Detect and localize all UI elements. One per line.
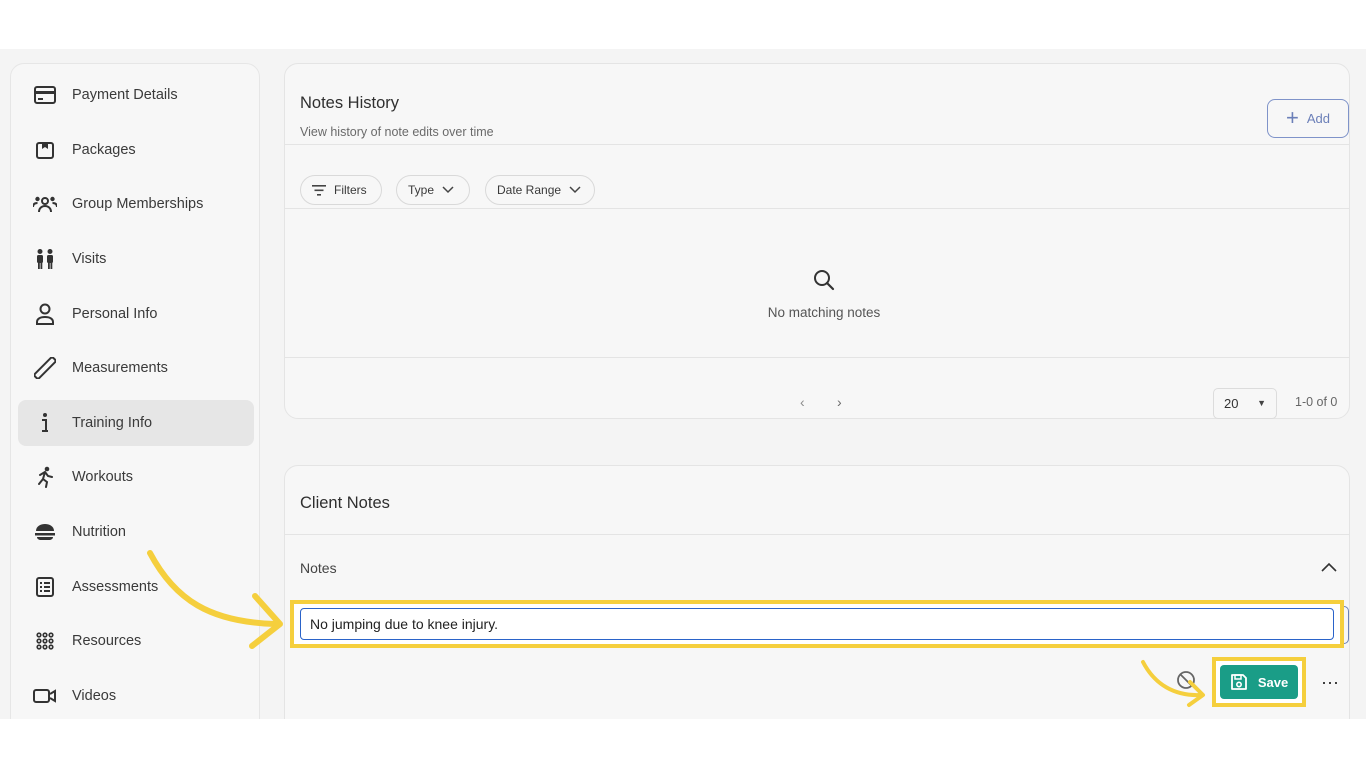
client-notes-title: Client Notes xyxy=(300,494,390,512)
sidebar-item-label: Workouts xyxy=(72,469,133,485)
rows-per-page-value: 20 xyxy=(1224,396,1239,411)
chevron-up-icon[interactable] xyxy=(1321,559,1337,577)
credit-card-icon xyxy=(33,83,57,107)
note-input-highlight xyxy=(290,600,1344,648)
save-label: Save xyxy=(1257,674,1289,690)
sidebar-item-training-info[interactable]: Training Info xyxy=(18,400,254,446)
empty-state-text: No matching notes xyxy=(767,305,881,320)
sidebar-item-packages[interactable]: Packages xyxy=(18,127,254,173)
type-filter-label: Type xyxy=(408,183,435,197)
sidebar-item-nutrition[interactable]: Nutrition xyxy=(18,509,254,555)
rows-per-page-select[interactable]: 20 ▼ xyxy=(1213,388,1277,419)
notes-history-title: Notes History xyxy=(300,94,400,112)
sidebar-item-label: Videos xyxy=(72,688,117,704)
add-button-label: Add xyxy=(1306,111,1330,126)
save-button-highlight: Save xyxy=(1212,657,1306,707)
assessment-icon xyxy=(33,575,57,599)
sidebar-item-assessments[interactable]: Assessments xyxy=(18,564,254,610)
notes-history-subtitle: View history of note edits over time xyxy=(300,125,494,139)
sidebar-item-label: Personal Info xyxy=(72,306,158,322)
visits-icon xyxy=(33,247,57,271)
sidebar-item-label: Payment Details xyxy=(72,87,178,103)
cancel-icon[interactable] xyxy=(1175,669,1197,696)
pagination-range: 1-0 of 0 xyxy=(1295,395,1338,409)
type-filter-dropdown[interactable]: Type xyxy=(396,175,470,205)
filters-button[interactable]: Filters xyxy=(300,175,382,205)
divider xyxy=(285,534,1349,535)
client-note-input[interactable] xyxy=(300,608,1334,640)
save-button[interactable]: Save xyxy=(1220,665,1298,699)
sidebar-item-label: Training Info xyxy=(72,415,153,431)
input-edge xyxy=(1344,606,1349,644)
ruler-icon xyxy=(33,356,57,380)
sidebar-item-label: Resources xyxy=(72,633,142,649)
search-icon xyxy=(813,269,835,296)
divider xyxy=(285,208,1349,209)
floppy-disk-icon xyxy=(1230,673,1248,691)
sidebar-item-payment-details[interactable]: Payment Details xyxy=(18,72,254,118)
sidebar-item-visits[interactable]: Visits xyxy=(18,236,254,282)
running-icon xyxy=(33,465,57,489)
date-range-filter-label: Date Range xyxy=(497,183,562,197)
package-icon xyxy=(33,138,57,162)
sidebar-item-resources[interactable]: Resources xyxy=(18,618,254,664)
sidebar-item-label: Nutrition xyxy=(72,524,126,540)
chevron-down-icon xyxy=(442,186,454,194)
notes-history-card: Notes History View history of note edits… xyxy=(284,63,1350,419)
sidebar-item-label: Assessments xyxy=(72,579,159,595)
divider xyxy=(285,144,1349,145)
grid-icon xyxy=(33,629,57,653)
filters-label: Filters xyxy=(334,183,367,197)
client-notes-card: Client Notes Notes ⋯ xyxy=(284,465,1350,719)
more-options-icon[interactable]: ⋯ xyxy=(1321,673,1340,694)
notes-label: Notes xyxy=(300,560,337,576)
sidebar-item-videos[interactable]: Videos xyxy=(18,673,254,719)
add-note-button[interactable]: + Add xyxy=(1267,99,1349,138)
sidebar-item-label: Measurements xyxy=(72,360,168,376)
sidebar-item-group-memberships[interactable]: Group Memberships xyxy=(18,181,254,227)
sidebar-item-personal-info[interactable]: Personal Info xyxy=(18,291,254,337)
plus-icon: + xyxy=(1286,104,1299,130)
sidebar-item-label: Group Memberships xyxy=(72,196,204,212)
nutrition-icon xyxy=(33,520,57,544)
filter-icon xyxy=(312,184,326,196)
sidebar-nav: Payment Details Packages Group Membershi… xyxy=(10,63,260,719)
person-icon xyxy=(33,302,57,326)
group-icon xyxy=(33,192,57,216)
chevron-left-icon[interactable]: ‹ xyxy=(800,394,805,410)
sidebar-item-label: Packages xyxy=(72,142,136,158)
info-icon xyxy=(33,411,57,435)
sidebar-item-label: Visits xyxy=(72,251,107,267)
video-icon xyxy=(33,684,57,708)
sidebar-item-workouts[interactable]: Workouts xyxy=(18,454,254,500)
date-range-filter-dropdown[interactable]: Date Range xyxy=(485,175,595,205)
chevron-right-icon[interactable]: › xyxy=(837,394,842,410)
sidebar-item-measurements[interactable]: Measurements xyxy=(18,345,254,391)
caret-down-icon: ▼ xyxy=(1257,398,1266,408)
divider xyxy=(285,357,1349,358)
chevron-down-icon xyxy=(569,186,581,194)
